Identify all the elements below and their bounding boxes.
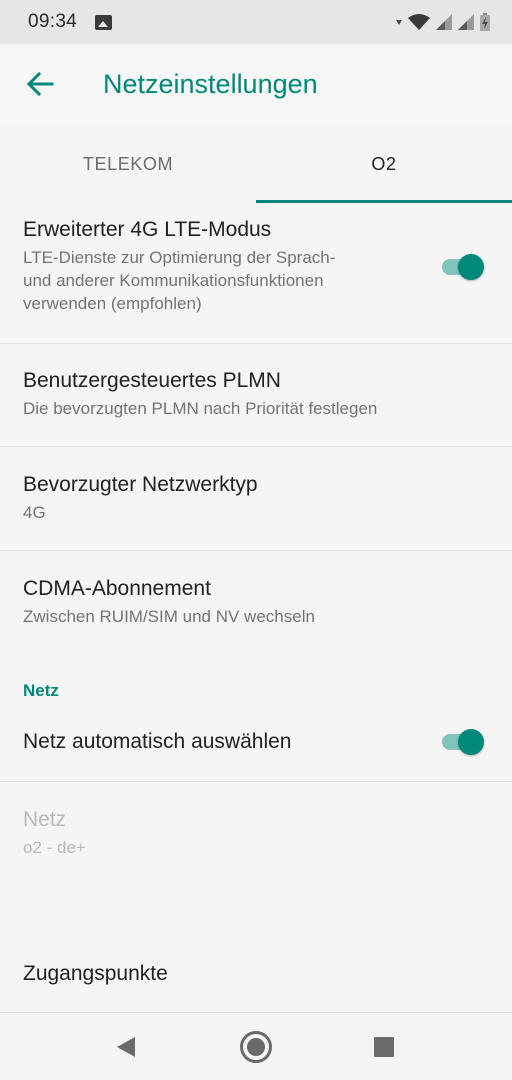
- lte-mode-title: Erweiterter 4G LTE-Modus: [23, 218, 272, 241]
- navigation-bar: [0, 1012, 512, 1080]
- plmn-summary: Die bevorzugten PLMN nach Priorität fest…: [23, 399, 378, 418]
- status-time: 09:34: [28, 11, 78, 32]
- auto-select-network-preference[interactable]: Netz automatisch auswählen: [0, 730, 512, 780]
- cdma-title: CDMA-Abonnement: [23, 577, 211, 600]
- network-type-preference[interactable]: Bevorzugter Netzwerktyp 4G: [0, 473, 512, 549]
- back-button[interactable]: [8, 52, 72, 116]
- page-title: Netzeinstellungen: [103, 68, 318, 99]
- divider: [0, 343, 512, 344]
- network-operator-summary: o2 - de+: [23, 838, 86, 857]
- data-arrows-icon: [396, 20, 402, 25]
- network-operator-preference: Netz o2 - de+: [0, 808, 512, 884]
- cdma-summary: Zwischen RUIM/SIM und NV wechseln: [23, 607, 315, 626]
- divider: [0, 550, 512, 551]
- wifi-icon: [408, 14, 430, 30]
- plmn-preference[interactable]: Benutzergesteuertes PLMN Die bevorzugten…: [0, 369, 512, 445]
- lte-mode-preference[interactable]: Erweiterter 4G LTE-Modus LTE-Dienste zur…: [0, 218, 512, 342]
- switch-thumb: [458, 254, 484, 280]
- access-points-preference[interactable]: Zugangspunkte: [0, 962, 512, 1002]
- lte-mode-summary: LTE-Dienste zur Optimierung der Sprach- …: [23, 246, 403, 315]
- tab-o2[interactable]: O2: [256, 124, 512, 204]
- divider: [0, 781, 512, 782]
- nav-home-button[interactable]: [236, 1027, 276, 1067]
- home-circle-icon: [240, 1031, 272, 1063]
- network-operator-title: Netz: [23, 808, 67, 831]
- switch-thumb: [458, 729, 484, 755]
- status-bar: 09:34: [0, 0, 512, 44]
- divider: [0, 446, 512, 447]
- arrow-back-icon: [26, 72, 54, 96]
- section-header-netz: Netz: [23, 681, 59, 700]
- nav-recents-button[interactable]: [364, 1027, 404, 1067]
- lte-mode-switch[interactable]: [440, 248, 484, 288]
- status-icons: [396, 13, 490, 31]
- signal-icon: [436, 14, 452, 30]
- image-icon: [95, 14, 113, 30]
- tab-telekom[interactable]: TELEKOM: [0, 124, 256, 204]
- access-points-title: Zugangspunkte: [23, 962, 168, 985]
- network-type-summary: 4G: [23, 503, 46, 522]
- recents-square-icon: [374, 1037, 394, 1057]
- lte-summary-line: und anderer Kommunikationsfunktionen: [23, 271, 324, 290]
- network-type-title: Bevorzugter Netzwerktyp: [23, 473, 258, 496]
- app-bar: Netzeinstellungen: [0, 44, 512, 124]
- auto-select-title: Netz automatisch auswählen: [23, 730, 292, 753]
- signal-icon: [458, 14, 474, 30]
- auto-select-switch[interactable]: [440, 723, 484, 763]
- lte-summary-line: LTE-Dienste zur Optimierung der Sprach-: [23, 248, 336, 267]
- sim-tabs: TELEKOM O2: [0, 124, 512, 204]
- nav-back-button[interactable]: [106, 1027, 146, 1067]
- battery-icon: [480, 13, 490, 31]
- cdma-subscription-preference[interactable]: CDMA-Abonnement Zwischen RUIM/SIM und NV…: [0, 577, 512, 653]
- back-triangle-icon: [117, 1037, 135, 1057]
- plmn-title: Benutzergesteuertes PLMN: [23, 369, 281, 392]
- lte-summary-line: verwenden (empfohlen): [23, 294, 202, 313]
